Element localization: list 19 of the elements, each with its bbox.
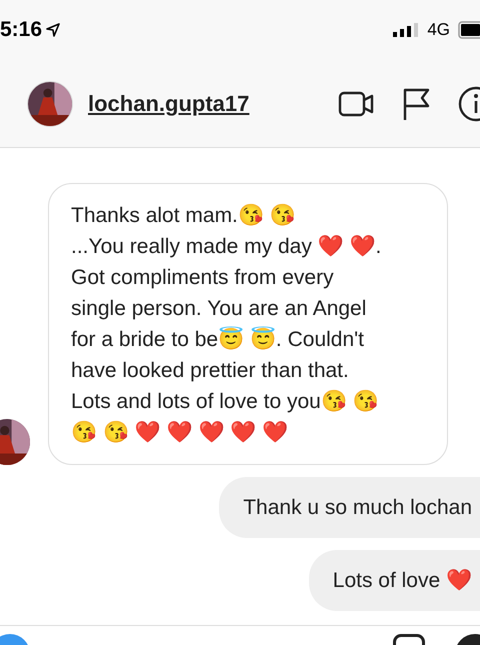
- message-text: Thanks alot mam.😘 😘: [71, 203, 297, 229]
- battery-icon: [458, 21, 480, 39]
- username-link[interactable]: lochan.gupta17: [88, 87, 250, 120]
- message-text: Thank u so much lochan: [243, 495, 472, 521]
- info-icon[interactable]: [458, 86, 480, 122]
- message-text: have looked prettier than that.: [71, 358, 350, 384]
- message-text: Got compliments from every: [71, 265, 335, 291]
- message-text: for a bride to be😇 😇. Couldn't: [71, 326, 365, 353]
- message-text: ...You really made my day ❤ ❤.: [71, 234, 382, 260]
- status-time: 5:16: [0, 17, 42, 44]
- network-label: 4G: [427, 19, 450, 42]
- video-camera-icon[interactable]: [338, 90, 374, 118]
- message-text: 😘 😘 ❤ ❤ ❤ ❤ ❤: [71, 420, 290, 446]
- signal-icon: [393, 23, 420, 37]
- message-text: Lots of love ❤: [332, 568, 472, 594]
- location-arrow-icon: [46, 23, 60, 37]
- message-text: Lots and lots of love to you😘 😘: [71, 389, 380, 415]
- flag-icon[interactable]: [402, 86, 430, 120]
- message-text: single person. You are an Angel: [71, 296, 368, 322]
